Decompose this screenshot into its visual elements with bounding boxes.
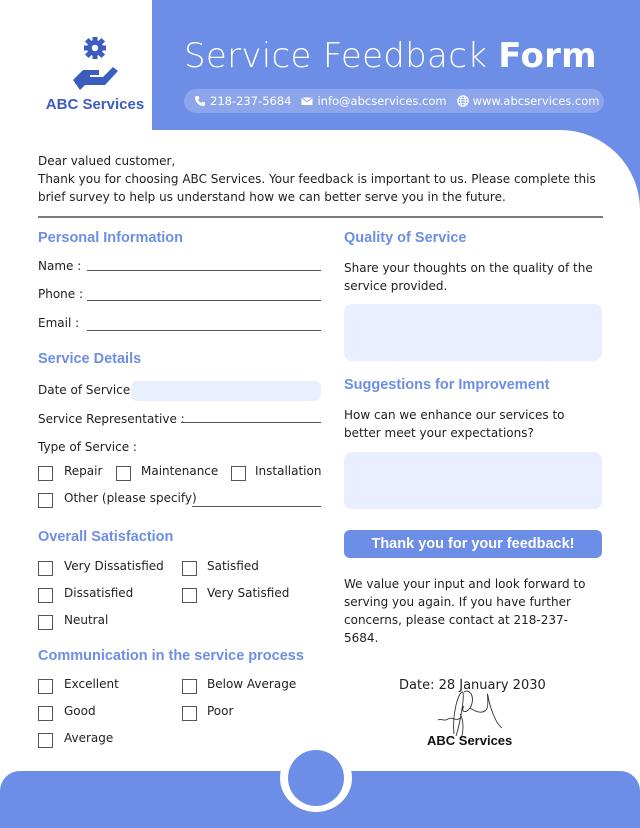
- checkbox-average[interactable]: [38, 733, 53, 748]
- date-of-service-label: Date of Service: [38, 383, 131, 397]
- gear-hand-icon: [73, 37, 118, 90]
- checkbox-satisfied[interactable]: [182, 561, 197, 576]
- phone-icon: [195, 96, 205, 106]
- satisfied-label: Satisfied: [207, 559, 259, 573]
- suggestions-prompt: How can we enhance our services to bette…: [344, 408, 565, 440]
- other-specify-field[interactable]: [192, 506, 321, 507]
- checkbox-other[interactable]: [38, 493, 53, 508]
- very-dissatisfied-label: Very Dissatisfied: [64, 559, 164, 573]
- checkbox-maintenance[interactable]: [116, 466, 131, 481]
- phone-label: Phone :: [38, 287, 84, 301]
- checkbox-repair[interactable]: [38, 466, 53, 481]
- type-of-service-label: Type of Service :: [38, 440, 137, 454]
- other-label: Other (please specify): [64, 491, 197, 505]
- email-label: Email :: [38, 316, 80, 330]
- checkbox-excellent[interactable]: [38, 679, 53, 694]
- checkbox-neutral[interactable]: [38, 615, 53, 630]
- email-field[interactable]: [87, 330, 321, 331]
- maintenance-label: Maintenance: [141, 464, 219, 478]
- phone-field[interactable]: [87, 300, 321, 301]
- personal-information-heading: Personal Information: [38, 230, 184, 246]
- checkbox-dissatisfied[interactable]: [38, 588, 53, 603]
- title-light: Service Feedback: [184, 36, 488, 76]
- checkbox-poor[interactable]: [182, 706, 197, 721]
- contact-website[interactable]: www.abcservices.com: [456, 94, 600, 108]
- globe-icon: [456, 95, 469, 107]
- suggestions-heading: Suggestions for Improvement: [344, 377, 550, 393]
- brand-logo: ABC Services: [40, 36, 150, 113]
- dissatisfied-label: Dissatisfied: [64, 586, 134, 600]
- brand-name: ABC Services: [45, 96, 145, 113]
- service-representative-field[interactable]: [181, 422, 321, 423]
- quality-of-service-textarea[interactable]: [344, 304, 602, 361]
- thank-you-banner: Thank you for your feedback!: [344, 530, 602, 558]
- excellent-label: Excellent: [64, 677, 119, 691]
- repair-label: Repair: [64, 464, 103, 478]
- signature-name: ABC Services: [427, 733, 513, 748]
- contact-bar: 218-237-5684 info@abcservices.com www.ab…: [184, 89, 604, 113]
- suggestions-textarea[interactable]: [344, 452, 602, 509]
- checkbox-installation[interactable]: [231, 466, 246, 481]
- greeting: Dear valued customer,: [38, 154, 176, 168]
- section-divider: [38, 216, 603, 218]
- closing-message: We value your input and look forward to …: [344, 577, 586, 645]
- date-of-service-field[interactable]: [131, 381, 321, 401]
- checkbox-very-dissatisfied[interactable]: [38, 561, 53, 576]
- quality-of-service-heading: Quality of Service: [344, 230, 467, 246]
- contact-phone[interactable]: 218-237-5684: [194, 94, 291, 108]
- quality-of-service-prompt: Share your thoughts on the quality of th…: [344, 261, 593, 293]
- very-satisfied-label: Very Satisfied: [207, 586, 290, 600]
- overall-satisfaction-heading: Overall Satisfaction: [38, 529, 174, 545]
- poor-label: Poor: [207, 704, 234, 718]
- service-representative-label: Service Representative :: [38, 412, 185, 426]
- average-label: Average: [64, 731, 114, 745]
- contact-email[interactable]: info@abcservices.com: [301, 94, 447, 108]
- installation-label: Installation: [255, 464, 322, 478]
- name-field[interactable]: [87, 270, 321, 271]
- below-average-label: Below Average: [207, 677, 297, 691]
- service-details-heading: Service Details: [38, 351, 142, 367]
- communication-heading: Communication in the service process: [38, 648, 304, 664]
- checkbox-below-average[interactable]: [182, 679, 197, 694]
- good-label: Good: [64, 704, 96, 718]
- title-bold: Form: [498, 36, 597, 76]
- intro-text: Dear valued customer, Thank you for choo…: [38, 152, 608, 206]
- envelope-icon: [301, 97, 313, 105]
- neutral-label: Neutral: [64, 613, 109, 627]
- checkbox-very-satisfied[interactable]: [182, 588, 197, 603]
- checkbox-good[interactable]: [38, 706, 53, 721]
- page-title: Service Feedback Form: [184, 36, 597, 76]
- footer-circle: [288, 750, 344, 806]
- name-label: Name :: [38, 259, 82, 273]
- intro-body: Thank you for choosing ABC Services. You…: [38, 172, 596, 204]
